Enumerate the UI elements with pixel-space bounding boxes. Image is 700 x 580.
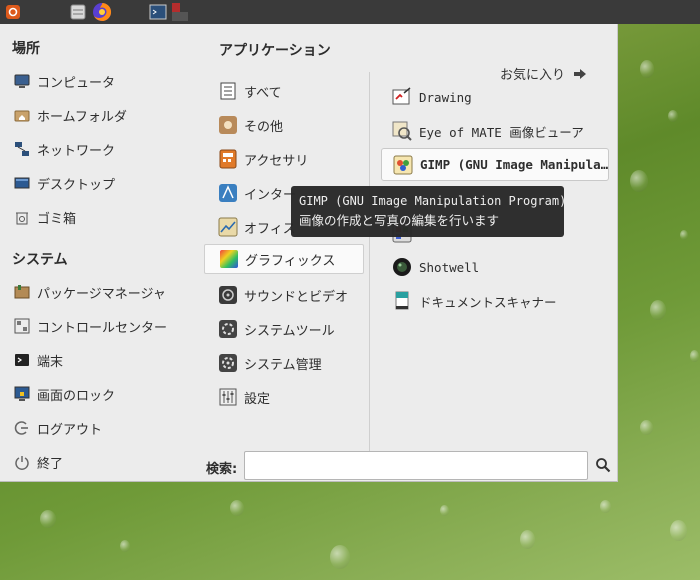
favorites-label: お気に入り	[500, 68, 566, 83]
terminal-icon	[14, 352, 30, 368]
places-item-network[interactable]: ネットワーク	[14, 134, 194, 164]
tooltip-title: GIMP (GNU Image Manipulation Program)	[299, 194, 567, 208]
search-icon	[596, 458, 611, 473]
applet-icon	[172, 3, 188, 21]
settings-icon	[218, 387, 238, 407]
places-item-computer[interactable]: コンピュータ	[14, 66, 194, 96]
system-tools-icon	[218, 319, 238, 339]
places-heading: 場所	[12, 41, 40, 57]
logout-icon	[14, 420, 30, 436]
lock-screen-icon	[14, 386, 30, 402]
graphics-icon	[219, 249, 239, 269]
terminal-launcher[interactable]	[148, 2, 168, 22]
column-divider	[369, 72, 370, 468]
main-menu: 場所 コンピュータ ホームフォルダ ネットワーク デスクトップ ゴミ箱 システム…	[0, 24, 618, 482]
network-icon	[14, 141, 30, 157]
system-item-logout[interactable]: ログアウト	[14, 413, 194, 443]
top-panel	[0, 0, 700, 24]
firefox-icon	[93, 2, 112, 21]
arrow-right-icon	[574, 68, 587, 79]
search-button[interactable]	[592, 454, 614, 476]
system-item-control-center[interactable]: コントロールセンター	[14, 311, 194, 341]
system-item-terminal[interactable]: 端末	[14, 345, 194, 375]
computer-icon	[14, 73, 30, 89]
tooltip-description: 画像の作成と写真の編集を行います	[299, 213, 500, 228]
favorites-button[interactable]: お気に入り	[500, 64, 587, 83]
power-icon	[14, 454, 30, 470]
places-item-trash[interactable]: ゴミ箱	[14, 202, 194, 232]
panel-applet[interactable]	[170, 2, 190, 22]
category-all[interactable]: すべて	[214, 76, 366, 106]
office-icon	[218, 217, 238, 237]
home-folder-icon	[14, 107, 30, 123]
other-icon	[218, 115, 238, 135]
system-item-package-manager[interactable]: パッケージマネージャ	[14, 277, 194, 307]
system-heading: システム	[12, 252, 68, 268]
app-shotwell[interactable]: Shotwell	[392, 252, 608, 282]
trash-icon	[14, 209, 30, 225]
category-sound-video[interactable]: サウンドとビデオ	[214, 280, 366, 310]
file-cabinet-icon	[70, 4, 86, 20]
category-settings[interactable]: 設定	[214, 382, 366, 412]
app-drawing[interactable]: Drawing	[392, 82, 608, 112]
category-administration[interactable]: システム管理	[214, 348, 366, 378]
drawing-icon	[392, 87, 412, 107]
desktop-icon	[14, 175, 30, 191]
firefox-launcher[interactable]	[90, 2, 114, 22]
menu-launcher-button[interactable]	[4, 2, 22, 22]
app-eye-of-mate[interactable]: Eye of MATE 画像ビューア	[392, 116, 608, 146]
internet-icon	[218, 183, 238, 203]
applications-heading: アプリケーション	[219, 43, 331, 59]
category-other[interactable]: その他	[214, 110, 366, 140]
app-document-scanner[interactable]: ドキュメントスキャナー	[392, 286, 608, 316]
category-graphics[interactable]: グラフィックス	[204, 244, 364, 274]
all-icon	[218, 81, 238, 101]
file-manager-launcher[interactable]	[68, 2, 88, 22]
search-input[interactable]	[244, 451, 588, 480]
gimp-icon	[393, 155, 413, 175]
control-center-icon	[14, 318, 30, 334]
package-manager-icon	[14, 284, 30, 300]
category-system-tools[interactable]: システムツール	[214, 314, 366, 344]
places-item-home[interactable]: ホームフォルダ	[14, 100, 194, 130]
ubuntu-logo-icon	[6, 5, 20, 19]
system-item-shutdown[interactable]: 終了	[14, 447, 194, 477]
gimp-tooltip: GIMP (GNU Image Manipulation Program) 画像…	[291, 186, 567, 237]
accessories-icon	[218, 149, 238, 169]
app-gimp[interactable]: GIMP (GNU Image Manipula…	[381, 148, 609, 181]
administration-icon	[218, 353, 238, 373]
image-viewer-icon	[392, 121, 412, 141]
system-item-lock-screen[interactable]: 画面のロック	[14, 379, 194, 409]
shotwell-icon	[392, 257, 412, 277]
scanner-icon	[392, 291, 412, 311]
category-accessories[interactable]: アクセサリ	[214, 144, 366, 174]
screen-icon	[149, 4, 167, 20]
sound-video-icon	[218, 285, 238, 305]
search-label: 検索:	[206, 462, 238, 477]
places-item-desktop[interactable]: デスクトップ	[14, 168, 194, 198]
